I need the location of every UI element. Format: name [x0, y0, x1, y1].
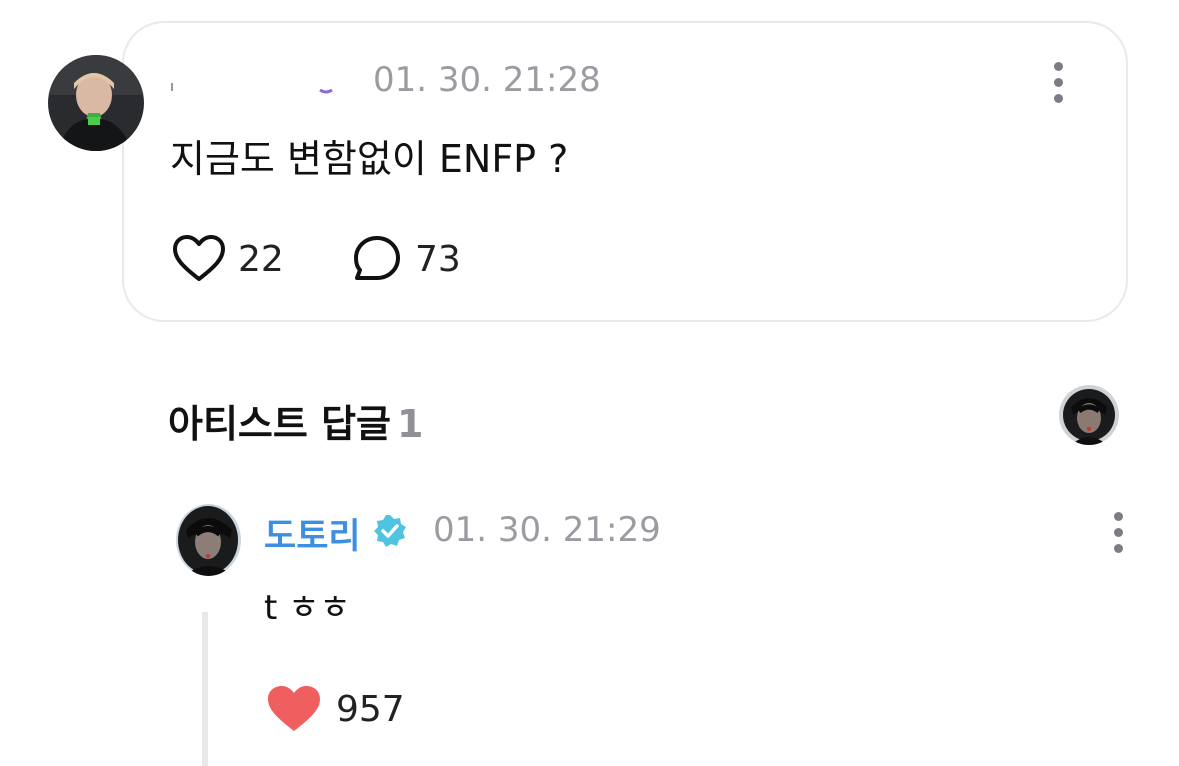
reply-author-name[interactable]: 도토리 — [264, 508, 361, 559]
post-like-button[interactable]: 22 — [172, 234, 284, 284]
post-timestamp: 01. 30. 21:28 — [373, 60, 601, 100]
artist-replies-title: 아티스트 답글 — [168, 402, 391, 446]
post-reply-count: 73 — [415, 238, 461, 280]
post-text: 지금도 변함없이 ENFP ? — [170, 137, 569, 181]
reply-timestamp: 01. 30. 21:29 — [433, 510, 661, 550]
verified-badge-icon — [374, 515, 406, 547]
reply-author-avatar[interactable] — [176, 504, 241, 576]
vertical-dots-icon — [1054, 62, 1063, 71]
thread-line — [202, 612, 208, 766]
artist-filter-avatar[interactable] — [1059, 385, 1119, 445]
vertical-dots-icon — [1114, 512, 1123, 521]
artist-replies-heading: 아티스트 답글 1 — [168, 393, 423, 448]
speech-bubble-icon — [354, 236, 400, 280]
reply-like-button[interactable]: 957 — [266, 684, 405, 734]
artist-replies-count: 1 — [397, 402, 424, 446]
post-author-name-obscured — [171, 83, 333, 94]
post-author-avatar[interactable] — [48, 55, 144, 151]
post-reply-button[interactable]: 73 — [351, 234, 461, 284]
heart-filled-icon — [268, 686, 320, 731]
reply-more-options-button[interactable] — [1104, 510, 1134, 554]
reply-text: t ㅎㅎ — [264, 588, 351, 628]
post-like-count: 22 — [238, 238, 284, 280]
heart-outline-icon — [173, 235, 225, 281]
post-more-options-button[interactable] — [1044, 60, 1074, 104]
comment-thread-page: 01. 30. 21:28 지금도 변함없이 ENFP ? 22 73 아티스트… — [0, 0, 1179, 766]
reply-like-count: 957 — [336, 688, 405, 730]
